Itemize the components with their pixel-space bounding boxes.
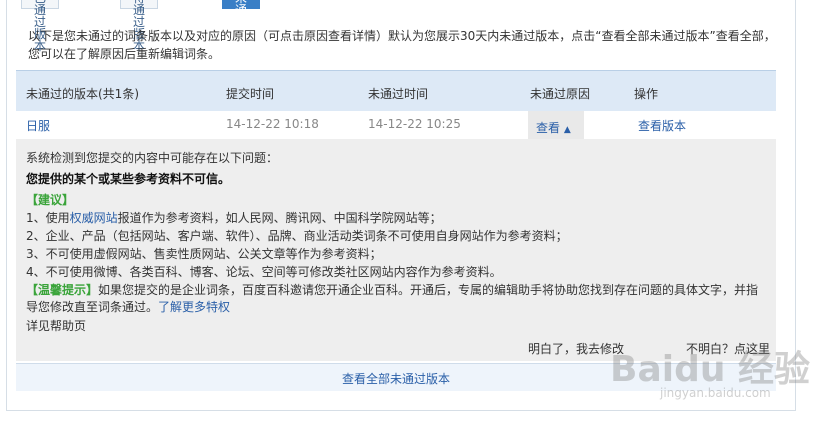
- submit-time: 14-12-22 10:18: [226, 117, 319, 131]
- suggest-2: 2、企业、产品（包括网站、客户端、软件）、品牌、商业活动类词条不可使用自身网站作…: [26, 229, 568, 243]
- suggest-1-pre: 1、使用: [26, 211, 70, 225]
- tip-text: 如果您提交的是企业词条，百度百科邀请您开通企业百科。开通后，专属的编辑助手将协助…: [26, 283, 759, 314]
- header-reason: 未通过原因: [530, 87, 591, 101]
- more-privileges-link[interactable]: 了解更多特权: [158, 300, 230, 314]
- suggest-1-post: 报道作为参考资料，如人民网、腾讯网、中国科学院网站等；: [117, 211, 442, 225]
- panel-intro: 系统检测到您提交的内容中可能存在以下问题：: [26, 151, 279, 165]
- view-reason-label: 查看: [536, 121, 561, 135]
- table-row: 日服 14-12-22 10:18 14-12-22 10:25 查看 ▲ 查看…: [16, 111, 776, 139]
- header-submit-time: 提交时间: [226, 87, 275, 101]
- suggest-label: 【建议】: [26, 193, 75, 207]
- watermark-sub: jingyan.baidu.com: [660, 386, 771, 400]
- suggest-4: 4、不可使用微博、各类百科、博客、论坛、空间等可修改类社区网站内容作为参考资料。: [26, 265, 502, 279]
- tab-passed[interactable]: 已通过版本: [21, 0, 60, 52]
- tip-label: 【温馨提示】: [26, 283, 99, 297]
- suggest-3: 3、不可使用虚假网站、售卖性质网站、公关文章等作为参考资料；: [26, 247, 382, 261]
- caret-up-icon: ▲: [563, 125, 571, 135]
- reason-panel: 系统检测到您提交的内容中可能存在以下问题： 您提供的某个或某些参考资料不可信。 …: [16, 139, 776, 361]
- table-header: 未通过的版本(共1条) 提交时间 未通过时间 未通过原因 操作: [16, 70, 776, 111]
- problem-title: 您提供的某个或某些参考资料不可信。: [26, 172, 231, 186]
- intro-text: 以下是您未通过的词条版本以及对应的原因（可点击原因查看详情）默认为您展示30天内…: [28, 29, 776, 61]
- authority-site-link[interactable]: 权威网站: [70, 211, 118, 225]
- tab-pending[interactable]: 待通过版本: [120, 0, 159, 52]
- header-fail-time: 未通过时间: [368, 87, 429, 101]
- tab-failed[interactable]: 未通过版本: [222, 0, 261, 52]
- suggest-1: 1、使用权威网站报道作为参考资料，如人民网、腾讯网、中国科学院网站等；: [26, 210, 442, 227]
- watermark-text: Baidu 经验: [610, 349, 811, 390]
- help-link[interactable]: 详见帮助页: [26, 318, 86, 335]
- view-all-failed-link[interactable]: 查看全部未通过版本: [342, 370, 450, 387]
- header-action: 操作: [634, 87, 659, 101]
- tip: 【温馨提示】如果您提交的是企业词条，百度百科邀请您开通企业百科。开通后，专属的编…: [26, 282, 766, 316]
- version-link[interactable]: 日服: [26, 117, 50, 134]
- view-version-link[interactable]: 查看版本: [638, 117, 686, 134]
- watermark-logo: Baidu 经验 jingyan.baidu.com: [610, 340, 810, 410]
- view-reason-button[interactable]: 查看 ▲: [528, 111, 584, 139]
- header-version: 未通过的版本(共1条): [26, 87, 139, 101]
- fail-time: 14-12-22 10:25: [368, 117, 461, 131]
